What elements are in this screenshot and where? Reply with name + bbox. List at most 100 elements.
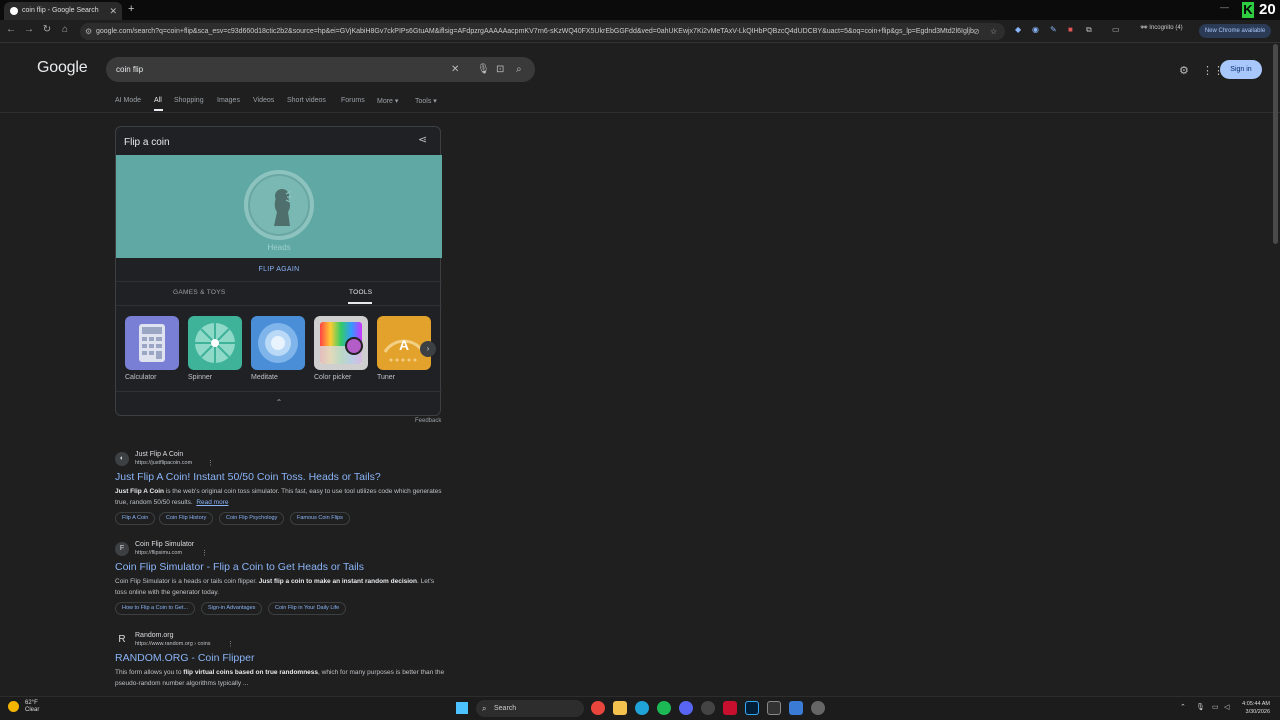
color-picker-tile[interactable] [314,316,368,370]
settings-icon[interactable] [811,701,825,715]
tab-title: coin flip - Google Search [22,7,99,14]
forward-icon[interactable]: → [22,24,36,35]
result-url[interactable]: https://justflipacoin.com [135,460,192,466]
tab-videos[interactable]: Videos [253,97,274,104]
home-icon[interactable]: ⌂ [58,24,72,35]
site-info-icon[interactable]: ⚙ [85,23,92,40]
volume-icon[interactable]: ◁ [1224,703,1229,711]
share-icon[interactable]: ⋖ [418,133,427,146]
meditate-tile[interactable] [251,316,305,370]
meditate-icon [258,323,298,363]
result-title[interactable]: Just Flip A Coin! Instant 50/50 Coin Tos… [115,471,381,483]
chevron-right-icon[interactable]: › [420,341,436,357]
taskbar-search[interactable]: ⌕ Search [476,700,584,717]
more-options-icon[interactable]: ⋮ [207,459,214,467]
app-icon[interactable] [789,701,803,715]
sitelink-chip[interactable]: Flip A Coin [115,512,156,525]
search-input[interactable]: coin flip ✕ 🎙 ⊡ ⌕ [106,57,535,82]
chrome-icon[interactable] [591,701,605,715]
tab-forums[interactable]: Forums [341,97,365,104]
eye-off-icon[interactable]: ⊘ [973,23,980,40]
result-site-name[interactable]: Coin Flip Simulator [135,541,194,548]
color-picker-icon [320,322,363,364]
extension-icon[interactable]: ◆ [1015,25,1021,34]
address-bar[interactable]: ⚙ google.com/search?q=coin+flip&sca_esv=… [80,23,1005,40]
new-tab-button[interactable]: + [128,3,134,15]
tab-tools[interactable]: Tools ▾ [415,97,437,105]
result-site-name[interactable]: Just Flip A Coin [135,451,183,458]
result-title[interactable]: RANDOM.ORG - Coin Flipper [115,652,254,664]
reload-icon[interactable]: ↻ [40,24,54,35]
mic-icon[interactable]: 🎙 [477,57,490,82]
flip-again-button[interactable]: FLIP AGAIN [116,266,442,273]
photoshop-icon[interactable] [745,701,759,715]
tab-short-videos[interactable]: Short videos [287,97,326,104]
browser-tab-bar: coin flip - Google Search ✕ + — K 20 [0,0,1280,20]
split-view-icon[interactable]: ▭ [1112,25,1120,34]
tab-tools[interactable]: TOOLS [349,289,372,296]
extension-icon[interactable]: ■ [1068,25,1073,34]
tab-ai-mode[interactable]: AI Mode [115,97,141,104]
result-url[interactable]: https://flipsimu.com [135,550,182,556]
clock[interactable]: 4:05:44 AM 3/30/2026 [1234,700,1270,716]
google-logo[interactable]: Google [37,59,88,77]
camera-lens-icon[interactable]: ⊡ [496,57,504,82]
coin-area[interactable]: Heads [116,155,442,258]
search-icon[interactable]: ⌕ [516,57,522,82]
discord-icon[interactable] [679,701,693,715]
back-icon[interactable]: ← [4,24,18,35]
edge-icon[interactable] [635,701,649,715]
tab-shopping[interactable]: Shopping [174,97,204,104]
clock-time: 4:05:44 AM [1242,701,1270,707]
file-explorer-icon[interactable] [613,701,627,715]
spotify-icon[interactable] [657,701,671,715]
sitelink-chip[interactable]: Coin Flip in Your Daily Life [268,602,347,615]
search-query: coin flip [116,65,144,74]
sitelink-chip[interactable]: How to Flip a Coin to Get... [115,602,196,615]
chevron-up-icon[interactable]: ⌃ [116,398,442,407]
read-more-link[interactable]: Read more [196,499,228,506]
tab-more[interactable]: More ▾ [377,97,398,105]
feedback-link[interactable]: Feedback [415,418,441,424]
calculator-tile[interactable] [125,316,179,370]
search-icon: ⌕ [482,704,487,713]
page-scrollbar[interactable] [1273,44,1278,244]
network-icon[interactable]: ▭ [1212,703,1219,711]
windows-start-icon[interactable] [456,702,468,714]
settings-gear-icon[interactable]: ⚙ [1179,64,1189,77]
browser-tab[interactable]: coin flip - Google Search ✕ [4,2,122,20]
taskbar-search-label: Search [494,705,517,712]
app-icon[interactable] [723,701,737,715]
tab-images[interactable]: Images [217,97,240,104]
extension-icon[interactable]: ✎ [1050,25,1057,34]
bookmark-star-icon[interactable]: ☆ [990,23,997,40]
result-site-name[interactable]: Random.org [135,632,174,639]
incognito-indicator[interactable]: 🕶 Incognito (4) [1140,24,1183,31]
sitelink-chip[interactable]: Sign-in Advantages [201,602,263,615]
app-icon[interactable] [701,701,715,715]
sitelink-chip[interactable]: Famous Coin Flips [290,512,350,525]
terminal-icon[interactable] [767,701,781,715]
tab-all[interactable]: All [154,97,162,104]
taskbar: 62°F Clear ⌕ Search ⌃ 🎙 ▭ ◁ 4:05:44 AM 3/3… [0,696,1280,720]
clear-icon[interactable]: ✕ [451,57,459,82]
sitelink-chip[interactable]: Coin Flip History [159,512,214,525]
spinner-tile[interactable] [188,316,242,370]
more-options-icon[interactable]: ⋮ [227,640,234,648]
coin[interactable] [244,170,314,240]
close-tab-icon[interactable]: ✕ [109,2,117,20]
minimize-icon[interactable]: — [1220,2,1229,12]
sign-in-button[interactable]: Sign in [1220,60,1262,79]
sitelink-chip[interactable]: Coin Flip Psychology [219,512,285,525]
weather-temp: 62°F [25,700,38,706]
new-chrome-available-button[interactable]: New Chrome available [1199,24,1271,38]
tab-games-toys[interactable]: GAMES & TOYS [173,289,226,296]
more-options-icon[interactable]: ⋮ [201,549,208,557]
result-url[interactable]: https://www.random.org › coins [135,641,211,647]
extensions-puzzle-icon[interactable]: ⧉ [1086,25,1092,35]
divider [116,391,442,392]
extension-icon[interactable]: ◉ [1032,25,1039,34]
mic-icon[interactable]: 🎙 [1196,703,1205,711]
result-title[interactable]: Coin Flip Simulator - Flip a Coin to Get… [115,561,364,573]
tray-chevron-icon[interactable]: ⌃ [1180,703,1186,711]
